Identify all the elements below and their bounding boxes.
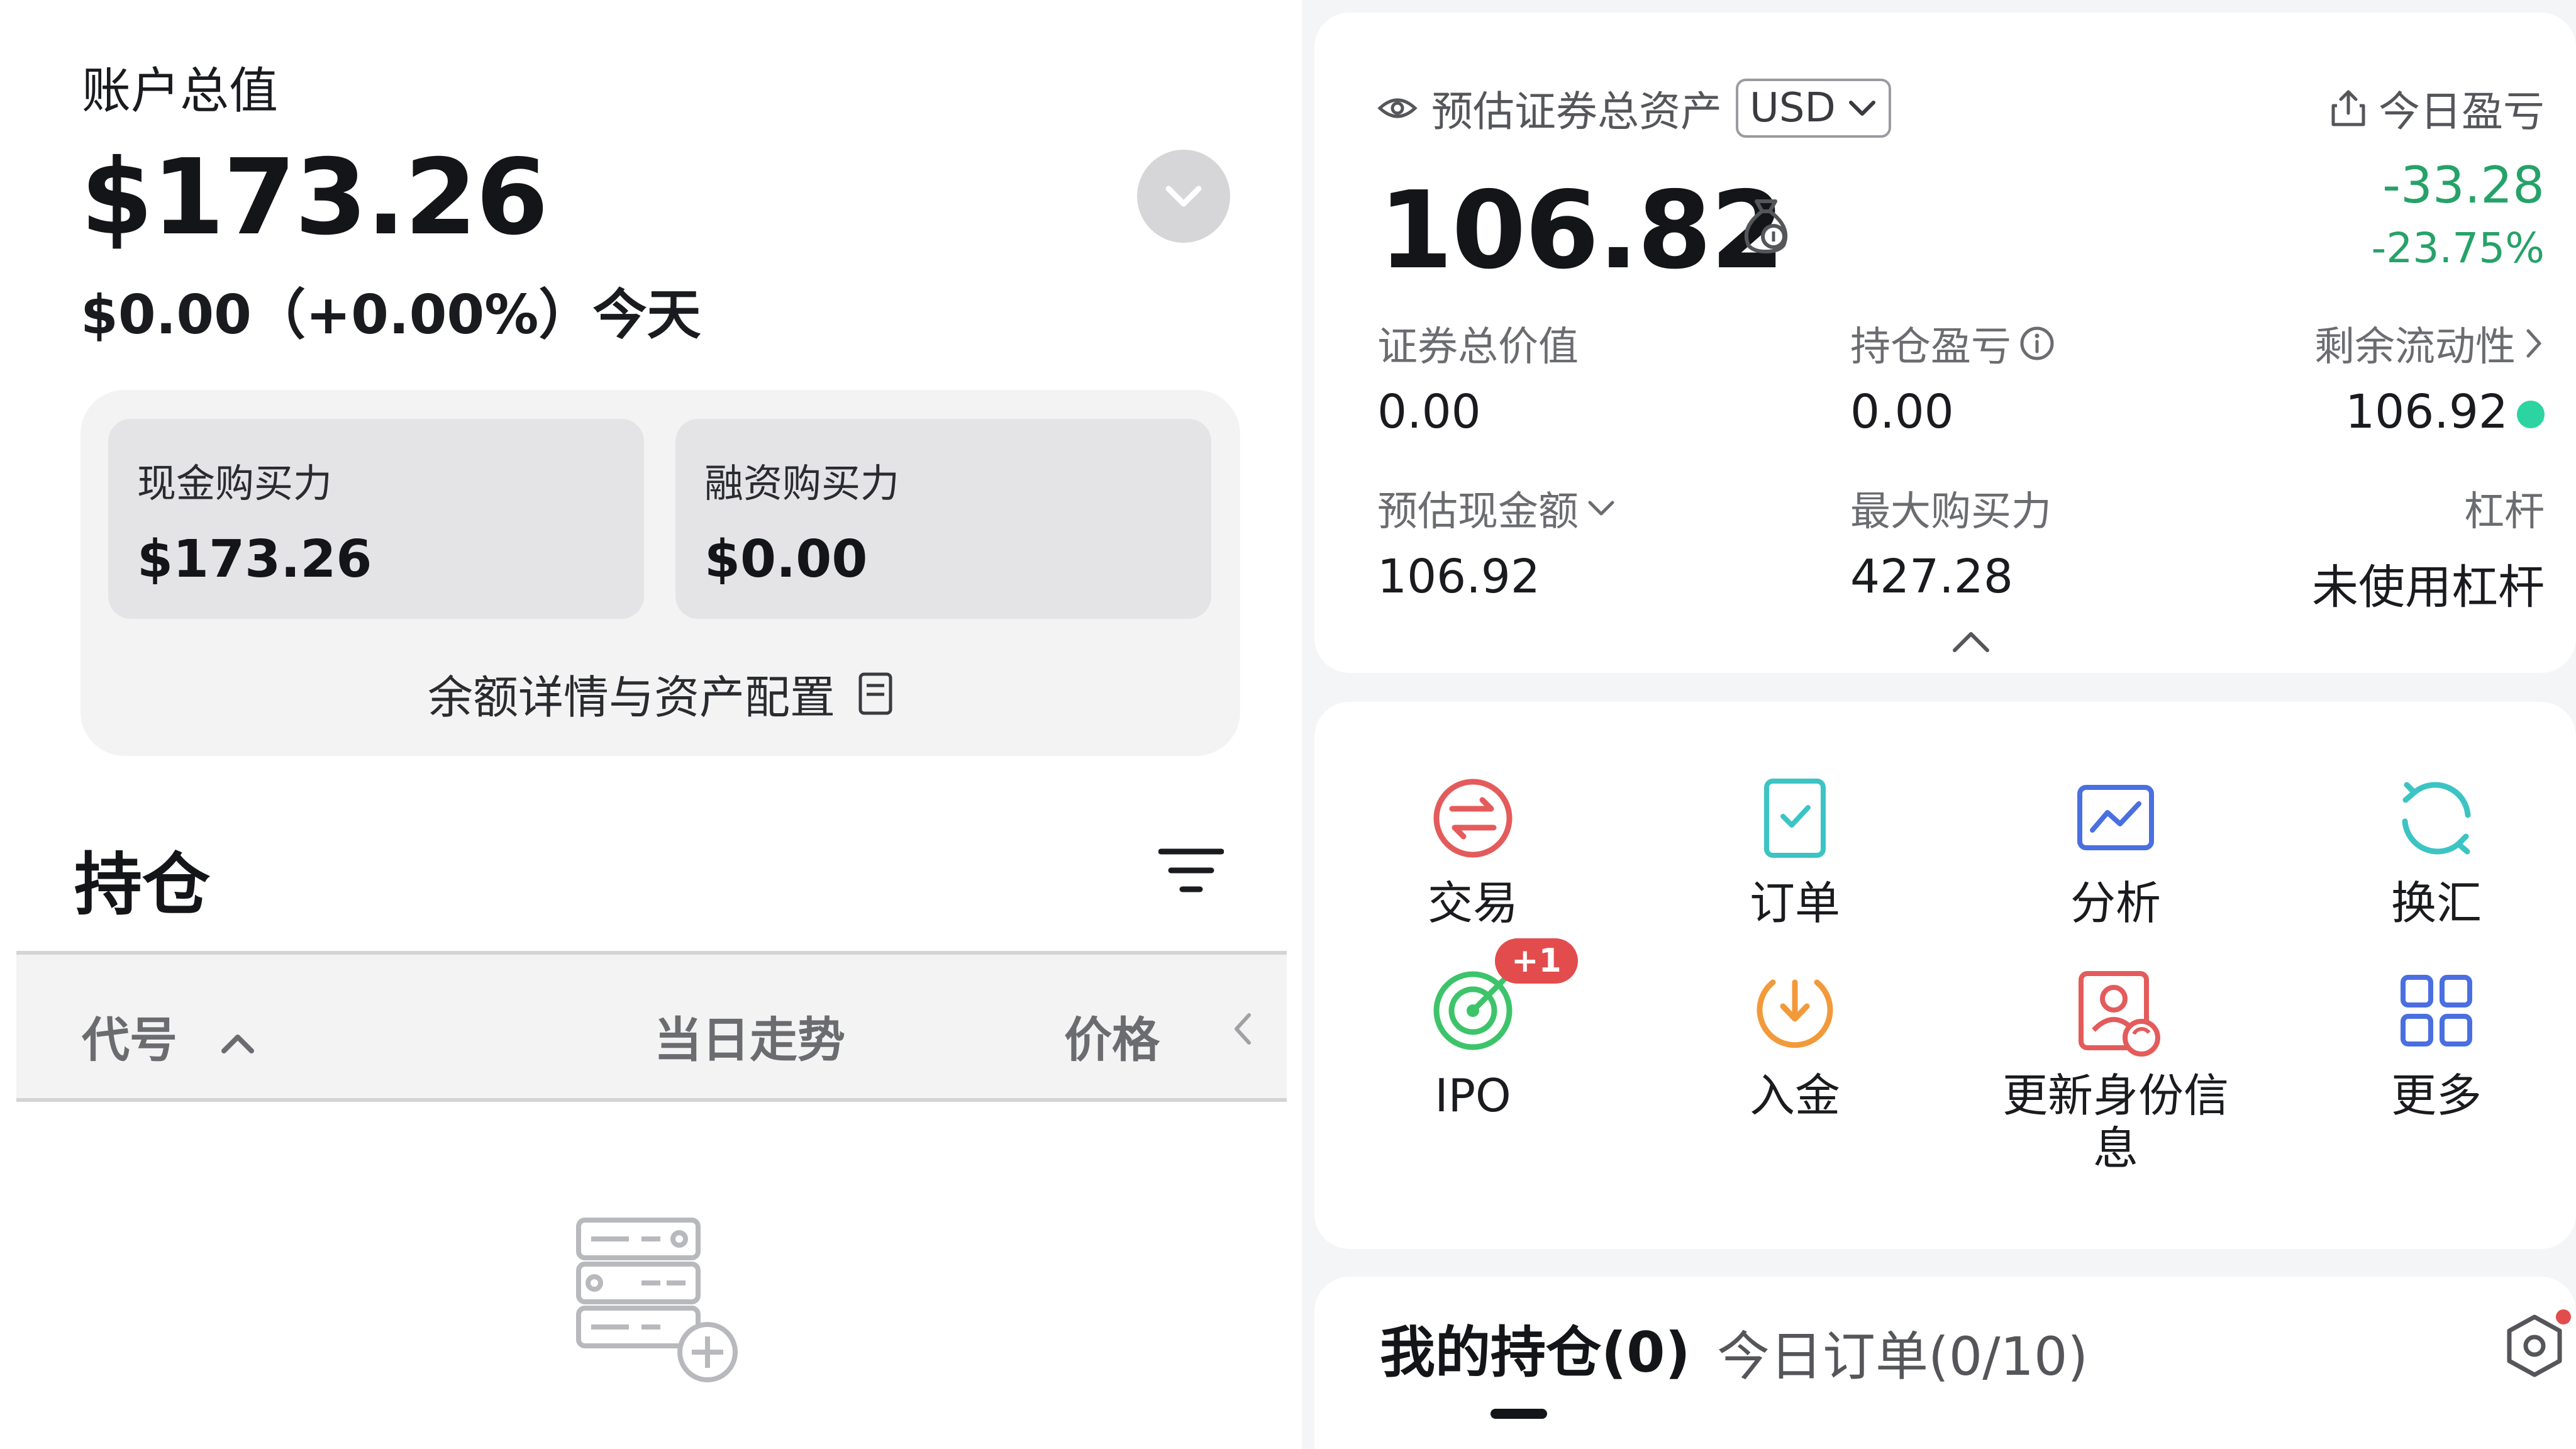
ipo-badge: +1: [1495, 938, 1578, 984]
assets-summary-card: 预估证券总资产 USD 今日盈亏 106.82 -33.28 -23.75% 证…: [1314, 13, 2576, 673]
buying-power-card: 现金购买力 $173.26 融资购买力 $0.00 余额详情与资产配置: [80, 390, 1240, 756]
account-today-change: $0.00（+0.00%）今天: [80, 284, 701, 347]
analysis-icon: [2068, 771, 2163, 865]
empty-holdings-icon: [576, 1218, 738, 1382]
metric-position-pnl: 持仓盈亏 0.00: [1850, 314, 2055, 439]
chevron-right-icon: [2526, 329, 2541, 358]
account-total-title: 账户总值: [82, 63, 279, 119]
action-label: 交易: [1427, 877, 1518, 930]
sort-ascending-icon: [221, 1035, 255, 1053]
balance-details-label: 余额详情与资产配置: [427, 671, 835, 724]
metric-label: 预估现金额: [1377, 489, 1579, 535]
action-more[interactable]: 更多: [2317, 963, 2556, 1122]
action-label: IPO: [1435, 1069, 1511, 1122]
action-trade[interactable]: 交易: [1353, 771, 1592, 930]
settings-icon[interactable]: [2497, 1308, 2572, 1384]
tab-my-positions[interactable]: 我的持仓(0): [1380, 1308, 1690, 1388]
cash-buying-power-label: 现金购买力: [137, 460, 333, 506]
active-tab-indicator: [1491, 1409, 1547, 1419]
eye-icon[interactable]: [1377, 94, 1418, 122]
chevron-up-icon[interactable]: [1946, 625, 1996, 657]
action-deposit[interactable]: 入金: [1675, 963, 1914, 1122]
metric-value: 427.28: [1850, 550, 2013, 604]
metric-label-row: 预估现金额: [1377, 479, 1616, 537]
tab-today-orders[interactable]: 今日订单(0/10): [1717, 1314, 2088, 1391]
metric-value: 106.92: [1377, 550, 1540, 604]
currency-select[interactable]: USD: [1736, 79, 1891, 138]
action-label: 订单: [1749, 877, 1840, 930]
filter-icon[interactable]: [1158, 847, 1224, 897]
ipo-icon: +1: [1426, 938, 1578, 1058]
metric-value: 0.00: [1377, 385, 1481, 439]
metric-remaining-liquidity[interactable]: 剩余流动性 106.92: [2314, 314, 2545, 439]
metric-label: 杠杆: [2464, 489, 2545, 535]
action-orders[interactable]: 订单: [1675, 771, 1914, 930]
exchange-icon: [2389, 771, 2484, 865]
chevron-down-icon: [1848, 101, 1875, 116]
currency-value: USD: [1750, 85, 1836, 131]
metric-label-row: 剩余流动性: [2314, 314, 2545, 372]
metric-label: 最大购买力: [1850, 489, 2051, 535]
today-pnl-label-row: 今日盈亏: [2329, 78, 2545, 138]
expand-button[interactable]: [1137, 150, 1230, 243]
balance-details-link[interactable]: 余额详情与资产配置: [80, 660, 1240, 726]
action-ipo[interactable]: +1 IPO: [1353, 938, 1592, 1122]
document-icon: [858, 672, 892, 714]
total-assets-value: 106.82: [1379, 169, 1785, 293]
trend-column-header[interactable]: 当日走势: [654, 1001, 845, 1070]
margin-buying-power-value: $0.00: [704, 530, 868, 589]
metric-leverage: 杠杆 未使用杠杆: [2312, 479, 2545, 617]
action-label: 更新身份信息: [2002, 1069, 2229, 1175]
today-pnl-label: 今日盈亏: [2379, 87, 2545, 136]
action-label: 入金: [1749, 1069, 1840, 1122]
chevron-down-icon: [1588, 501, 1614, 516]
action-analysis[interactable]: 分析: [1996, 771, 2235, 930]
account-total-value: $173.26: [80, 137, 548, 258]
metric-label: 证券总价值: [1377, 324, 1579, 370]
action-label: 更多: [2390, 1069, 2482, 1122]
identity-icon: [2068, 963, 2163, 1058]
metric-value: 0.00: [1850, 385, 1954, 439]
today-pnl-value: -33.28: [2382, 156, 2545, 214]
margin-buying-power-label: 融资购买力: [704, 460, 900, 506]
chevron-left-icon[interactable]: [1230, 1010, 1255, 1048]
info-icon[interactable]: [2019, 325, 2055, 362]
chevron-down-icon: [1165, 186, 1202, 207]
securities-panel: 预估证券总资产 USD 今日盈亏 106.82 -33.28 -23.75% 证…: [1302, 0, 2576, 1449]
deposit-icon: [1748, 963, 1842, 1058]
action-label: 分析: [2070, 877, 2161, 930]
money-bag-icon[interactable]: [1735, 192, 1797, 255]
positions-tabs-card: 我的持仓(0) 今日订单(0/10): [1314, 1277, 2576, 1449]
cash-buying-power-tile[interactable]: 现金购买力 $173.26: [108, 419, 644, 619]
assets-label: 预估证券总资产: [1431, 87, 1722, 136]
holdings-title: 持仓: [74, 846, 211, 924]
metric-value: 106.92: [2345, 385, 2508, 439]
action-label: 换汇: [2390, 877, 2482, 930]
orders-icon: [1748, 771, 1842, 865]
symbol-column-header[interactable]: 代号: [82, 1001, 257, 1070]
metric-value: 未使用杠杆: [2312, 560, 2545, 614]
metric-estimated-cash[interactable]: 预估现金额 106.92: [1377, 479, 1616, 604]
share-icon[interactable]: [2329, 88, 2367, 128]
cash-buying-power-value: $173.26: [137, 530, 372, 589]
symbol-header-label: 代号: [82, 1012, 177, 1068]
metric-value-row: 106.92: [2314, 385, 2545, 439]
metric-label: 持仓盈亏: [1850, 324, 2011, 370]
action-update-identity[interactable]: 更新身份信息: [1996, 963, 2235, 1175]
liquidity-status-dot: [2517, 401, 2545, 429]
metric-securities-value: 证券总价值 0.00: [1377, 314, 1579, 439]
action-exchange[interactable]: 换汇: [2317, 771, 2556, 930]
metric-label: 剩余流动性: [2314, 324, 2516, 370]
margin-buying-power-tile[interactable]: 融资购买力 $0.00: [675, 419, 1211, 619]
quick-actions-card: 交易 订单 分析 换汇 +1 IPO 入金 更新身份信息 更多: [1314, 702, 2576, 1249]
metric-label-row: 持仓盈亏: [1850, 314, 2055, 372]
assets-label-row: 预估证券总资产 USD: [1377, 78, 1891, 138]
today-pnl-percent: -23.75%: [2371, 224, 2545, 272]
trade-icon: [1426, 771, 1520, 865]
more-grid-icon: [2389, 963, 2484, 1058]
account-panel: 账户总值 $173.26 $0.00（+0.00%）今天 现金购买力 $173.…: [0, 0, 1302, 1449]
metric-max-buying-power: 最大购买力 427.28: [1850, 479, 2051, 604]
holdings-table-header: 代号 当日走势 价格: [16, 951, 1287, 1102]
price-column-header[interactable]: 价格: [1064, 1001, 1160, 1070]
